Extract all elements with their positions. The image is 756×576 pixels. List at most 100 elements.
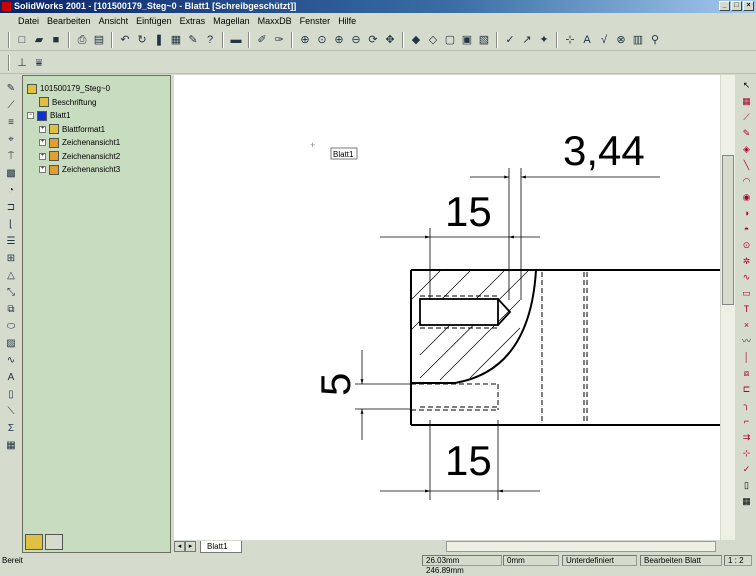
sketch-icon[interactable]: ✐ (255, 33, 269, 47)
pan-icon[interactable]: ✥ (383, 33, 397, 47)
sum-icon[interactable]: Σ (4, 422, 18, 436)
check-icon[interactable]: ✓ (503, 33, 517, 47)
balloon-icon[interactable]: ⚲ (648, 33, 662, 47)
dimension-15-top[interactable]: 15 (445, 188, 492, 235)
display-icon[interactable]: ▬ (229, 33, 243, 47)
new-icon[interactable]: □ (15, 33, 29, 47)
table-icon[interactable]: ▥ (631, 33, 645, 47)
block-icon[interactable]: ▩ (4, 167, 18, 181)
prev-sheet-button[interactable]: ◂ (174, 541, 185, 552)
tree-item-blatt1[interactable]: − Blatt1 (27, 109, 120, 123)
menu-datei[interactable]: Datei (18, 16, 39, 26)
rect-icon[interactable]: ▭ (740, 286, 754, 300)
hatch-icon[interactable]: ▦ (4, 439, 18, 453)
center-icon[interactable]: ⊙ (740, 238, 754, 252)
text-icon[interactable]: A (4, 371, 18, 385)
triangle-icon[interactable]: △ (4, 269, 18, 283)
menu-einfuegen[interactable]: Einfügen (136, 16, 172, 26)
zoom-area-icon[interactable]: ⊙ (315, 33, 329, 47)
tree-item-zeichenansicht2[interactable]: + Zeichenansicht2 (27, 150, 120, 164)
feature-manager-tab[interactable] (25, 534, 43, 550)
dimension-3-44[interactable]: 3,44 (563, 127, 645, 174)
page-icon[interactable]: ▯ (4, 388, 18, 402)
check-tool-icon[interactable]: ✓ (740, 462, 754, 476)
split-icon[interactable]: ⊹ (740, 446, 754, 460)
circle-tool-icon[interactable]: ◉ (740, 190, 754, 204)
picture-icon[interactable]: ▨ (4, 337, 18, 351)
datum-icon[interactable]: ⊗ (614, 33, 628, 47)
offset-icon[interactable]: ⧉ (4, 303, 18, 317)
hidden-lines-icon[interactable]: ◇ (426, 33, 440, 47)
tree-item-zeichenansicht1[interactable]: + Zeichenansicht1 (27, 136, 120, 150)
maximize-button[interactable]: □ (731, 1, 742, 11)
minimize-button[interactable]: _ (719, 1, 730, 11)
dimension-icon[interactable]: ↗ (520, 33, 534, 47)
zoom-out-icon[interactable]: ⊖ (349, 33, 363, 47)
open-icon[interactable]: ▰ (32, 33, 46, 47)
expand-icon[interactable]: + (39, 152, 46, 160)
sketch2-icon[interactable]: ✑ (272, 33, 286, 47)
vertical-scrollbar[interactable] (721, 75, 735, 540)
help-icon[interactable]: ? (203, 33, 217, 47)
stack-icon[interactable]: ☰ (4, 235, 18, 249)
rebuild-icon[interactable]: ↻ (135, 33, 149, 47)
eraser-icon[interactable]: ◈ (740, 142, 754, 156)
zoom-fit-icon[interactable]: ⊕ (298, 33, 312, 47)
weld-icon[interactable]: ⩸ (32, 56, 46, 70)
arc-icon[interactable]: ◠ (740, 174, 754, 188)
shaded-icon[interactable]: ◆ (409, 33, 423, 47)
tree-root[interactable]: 101500179_Steg~0 (27, 82, 120, 96)
line-icon[interactable]: ⟋ (4, 99, 18, 113)
spline-icon[interactable]: ∿ (4, 354, 18, 368)
dimension-5[interactable]: 5 (312, 373, 359, 396)
hlr-icon[interactable]: ▣ (460, 33, 474, 47)
undo-icon[interactable]: ↶ (118, 33, 132, 47)
menu-hilfe[interactable]: Hilfe (338, 16, 356, 26)
save-icon[interactable]: ■ (49, 33, 63, 47)
sheet-tab-blatt1[interactable]: Blatt1 (200, 540, 243, 553)
rotate-icon[interactable]: ⟳ (366, 33, 380, 47)
target-icon[interactable]: ⌖ (4, 133, 18, 147)
tree-icon[interactable]: ⊞ (4, 252, 18, 266)
extend-icon[interactable]: ⇉ (740, 430, 754, 444)
grid-icon[interactable]: ▦ (169, 33, 183, 47)
trim-icon[interactable]: ⊏ (740, 382, 754, 396)
point-icon[interactable]: ⊹ (563, 33, 577, 47)
surface-finish-icon[interactable]: √ (597, 33, 611, 47)
ellipse-icon[interactable]: ⬭ (4, 320, 18, 334)
menu-extras[interactable]: Extras (180, 16, 206, 26)
tree-item-zeichenansicht3[interactable]: + Zeichenansicht3 (27, 163, 120, 177)
expand-icon[interactable]: + (39, 166, 46, 174)
property-manager-tab[interactable] (45, 534, 63, 550)
note-icon[interactable]: A (580, 33, 594, 47)
vline-icon[interactable]: │ (740, 350, 754, 364)
grid-icon[interactable]: ▦ (740, 94, 754, 108)
mirror-icon[interactable]: ⧈ (740, 366, 754, 380)
pin-icon[interactable]: ⍑ (4, 150, 18, 164)
chamfer-icon[interactable]: ⌐ (740, 414, 754, 428)
expand-icon[interactable]: + (39, 139, 46, 147)
perpendicular-icon[interactable]: ⊥ (15, 56, 29, 70)
dimension-15-bottom[interactable]: 15 (445, 437, 492, 484)
slope-icon[interactable]: ⟍ (4, 405, 18, 419)
sketch-tool-icon[interactable]: ✎ (4, 82, 18, 96)
tools-icon[interactable]: ✎ (186, 33, 200, 47)
zoom-in-icon[interactable]: ⊕ (332, 33, 346, 47)
menu-ansicht[interactable]: Ansicht (99, 16, 129, 26)
fillet-icon[interactable]: ╮ (740, 398, 754, 412)
select-icon[interactable]: ↖ (740, 78, 754, 92)
drawing-canvas[interactable]: + Blatt1 3,44 15 5 15 (174, 75, 720, 540)
grid-toggle-icon[interactable]: ▦ (740, 494, 754, 508)
print-icon[interactable]: ▤ (92, 33, 106, 47)
pencil-icon[interactable]: ✎ (740, 126, 754, 140)
corner-icon[interactable]: ⌊ (4, 218, 18, 232)
spline-tool-icon[interactable]: ∿ (740, 270, 754, 284)
menu-maxxdb[interactable]: MaxxDB (258, 16, 292, 26)
tangent-arc-icon[interactable]: ◓ (740, 222, 754, 236)
horizontal-scrollbar[interactable] (446, 541, 716, 552)
wave-icon[interactable]: 〰 (740, 334, 754, 348)
options-icon[interactable]: ❚ (152, 33, 166, 47)
t-icon[interactable]: T (740, 302, 754, 316)
tree-item-blattformat1[interactable]: + Blattformat1 (27, 123, 120, 137)
polygon-icon[interactable]: ✲ (740, 254, 754, 268)
